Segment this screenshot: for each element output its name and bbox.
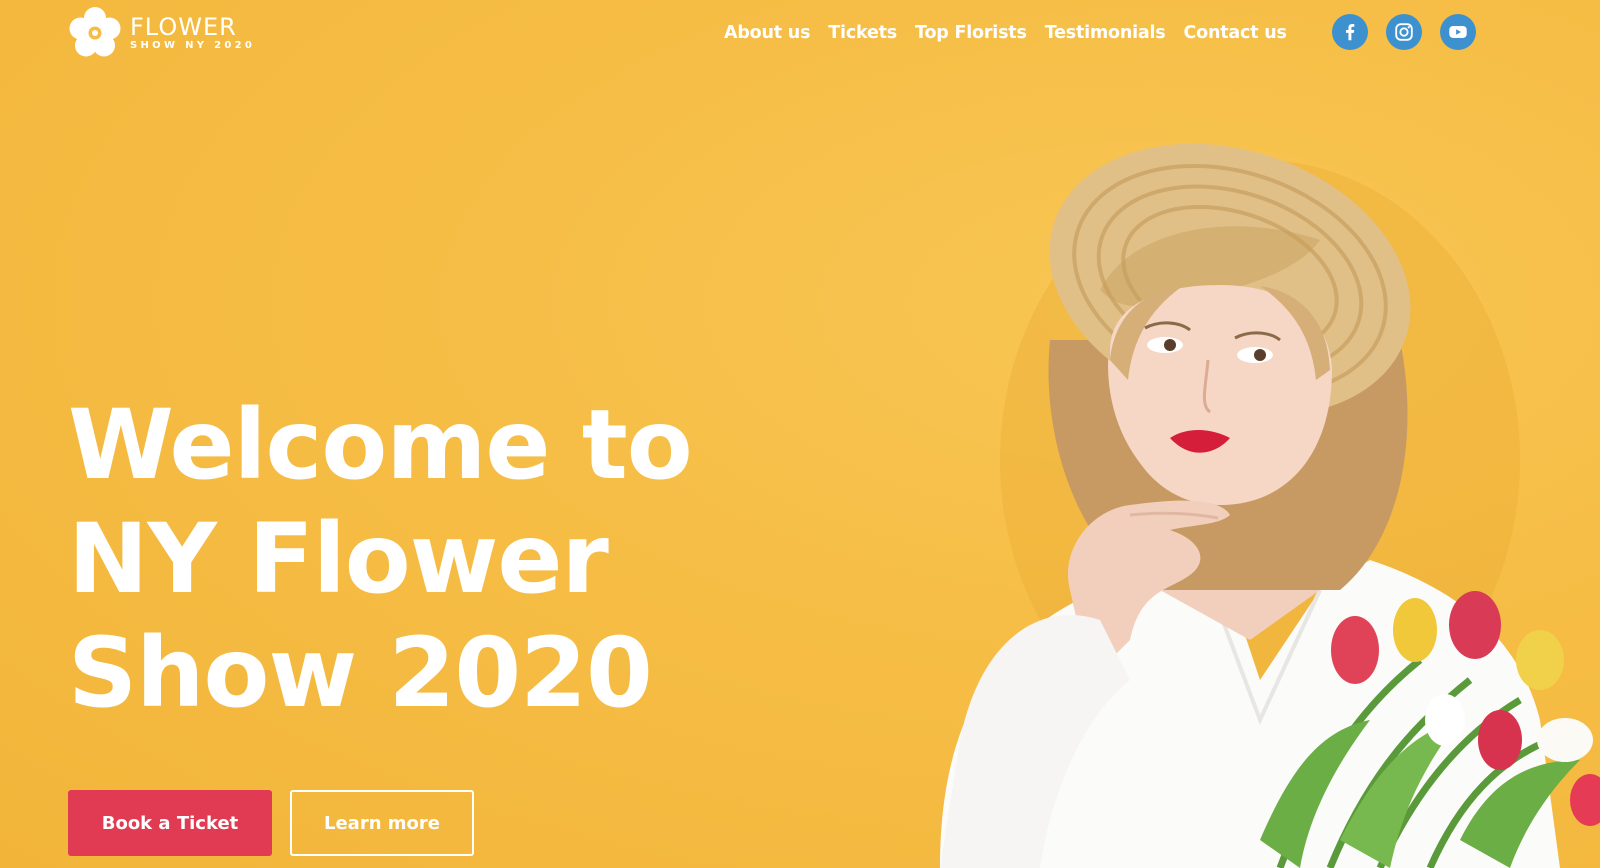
logo-title: FLOWER (130, 13, 237, 41)
youtube-link[interactable] (1440, 14, 1476, 50)
headline-line-3: Show 2020 (68, 617, 653, 729)
learn-more-button[interactable]: Learn more (290, 790, 474, 856)
main-nav: About us Tickets Top Florists Testimonia… (724, 20, 1287, 46)
hero-section: FLOWER SHOW NY 2020 About us Tickets Top… (0, 0, 1600, 868)
instagram-icon (1395, 23, 1413, 41)
logo-subtitle: SHOW NY 2020 (130, 40, 256, 51)
nav-contact-us[interactable]: Contact us (1184, 20, 1287, 46)
nav-testimonials[interactable]: Testimonials (1045, 20, 1166, 46)
nav-about-us[interactable]: About us (724, 20, 810, 46)
nav-tickets[interactable]: Tickets (828, 20, 897, 46)
hero-headline: Welcome to NY Flower Show 2020 (68, 388, 828, 730)
social-links (1332, 14, 1476, 50)
woman-with-straw-hat-and-tulips-photo (940, 143, 1600, 868)
flower-icon (69, 7, 121, 57)
facebook-link[interactable] (1332, 14, 1368, 50)
nav-top-florists[interactable]: Top Florists (915, 20, 1027, 46)
facebook-icon (1345, 24, 1355, 41)
headline-line-1: Welcome to (68, 389, 693, 501)
instagram-link[interactable] (1386, 14, 1422, 50)
youtube-icon (1449, 26, 1467, 38)
site-logo[interactable]: FLOWER SHOW NY 2020 (68, 6, 255, 60)
headline-line-2: NY Flower (68, 503, 609, 615)
logo-text: FLOWER SHOW NY 2020 (130, 14, 255, 52)
book-ticket-button[interactable]: Book a Ticket (68, 790, 272, 856)
